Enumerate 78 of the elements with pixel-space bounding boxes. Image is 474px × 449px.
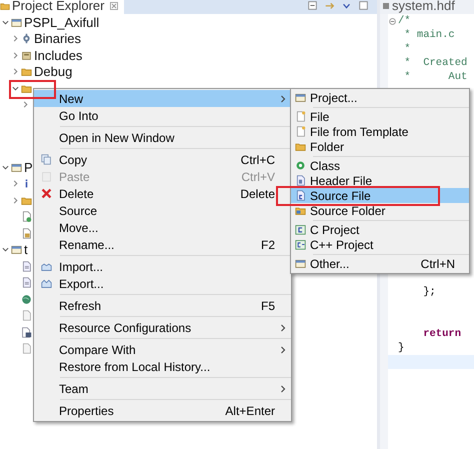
menu-item[interactable]: Go Into <box>34 107 277 124</box>
menu-item[interactable]: Export... <box>34 275 277 292</box>
menu-item[interactable]: C Project <box>291 222 469 237</box>
code-line: } <box>398 342 404 354</box>
expand-chevron-icon[interactable] <box>12 35 19 42</box>
code-line: /* <box>398 15 411 27</box>
menu-item[interactable]: Delete Delete <box>34 185 277 202</box>
code-line: * Created <box>403 57 468 69</box>
source-folder-icon <box>295 205 306 216</box>
tree-item[interactable]: P <box>23 160 33 175</box>
menu-item[interactable]: Source File <box>291 188 469 203</box>
expand-chevron-icon[interactable] <box>12 196 19 204</box>
code-line: * Aut <box>403 71 468 83</box>
collapse-chevron-icon[interactable] <box>12 84 19 92</box>
menu-item[interactable]: Properties Alt+Enter <box>34 402 277 419</box>
c-project-icon <box>295 224 306 235</box>
expand-chevron-icon[interactable] <box>12 52 19 59</box>
menu-item[interactable]: Header File <box>291 173 469 188</box>
menu-item[interactable]: Source Folder <box>291 203 469 218</box>
menu-item[interactable]: Project... <box>291 90 469 105</box>
code-line: * <box>403 43 411 55</box>
menu-item[interactable]: File from Template <box>291 124 469 139</box>
code-line: return <box>422 328 462 340</box>
header-file-icon <box>295 175 306 186</box>
globe-icon <box>21 294 32 305</box>
menu-item[interactable]: Rename... F2 <box>34 236 277 253</box>
file-icon <box>21 211 32 222</box>
project-icon <box>295 92 306 103</box>
collapse-chevron-icon[interactable] <box>2 18 9 26</box>
folder-icon <box>0 0 10 10</box>
menu-item[interactable]: File <box>291 109 469 124</box>
code-line: }; <box>422 286 436 298</box>
project-icon <box>11 244 22 256</box>
expand-chevron-icon[interactable] <box>12 180 19 188</box>
menu-item[interactable]: New <box>34 90 291 107</box>
document-icon <box>21 260 32 272</box>
menu-item[interactable]: Copy Ctrl+C <box>34 151 277 168</box>
menu-item[interactable]: Resource Configurations <box>34 319 291 336</box>
tree-item[interactable]: PSPL_Axifull <box>23 14 100 30</box>
collapse-chevron-icon[interactable] <box>2 164 9 171</box>
expand-chevron-icon[interactable] <box>12 68 19 76</box>
expand-chevron-icon[interactable] <box>22 101 29 108</box>
project-icon <box>11 162 22 173</box>
menu-item[interactable]: Open in New Window <box>34 129 277 146</box>
menu-item[interactable]: Other... Ctrl+N <box>291 256 469 271</box>
close-icon[interactable] <box>110 2 118 10</box>
menu-item[interactable]: C++ Project <box>291 237 469 252</box>
copy-icon <box>40 154 52 165</box>
menu-item[interactable]: Import... <box>34 258 277 275</box>
project-icon <box>11 16 22 28</box>
menu-item[interactable]: Source <box>34 202 277 219</box>
menu-item[interactable]: Folder <box>291 139 469 154</box>
collapse-chevron-icon[interactable] <box>2 246 9 254</box>
project-icon <box>295 258 306 269</box>
new-file-icon <box>295 126 306 137</box>
collapse-all-icon[interactable] <box>307 0 318 11</box>
source-file-icon <box>295 190 306 201</box>
tree-item[interactable]: Includes <box>33 48 82 63</box>
paste-icon <box>40 171 52 182</box>
class-icon <box>295 160 306 171</box>
folder-icon <box>295 141 306 152</box>
code-line: * main.c <box>403 29 455 41</box>
new-file-icon <box>295 111 306 122</box>
menu-item[interactable]: Move... <box>34 219 277 236</box>
menu-item[interactable]: Class <box>291 158 469 173</box>
menu-item[interactable]: Restore from Local History... <box>34 358 277 375</box>
file-icon <box>21 326 32 338</box>
tree-item[interactable]: Debug <box>33 64 72 80</box>
menu-item[interactable]: Refresh F5 <box>34 297 277 314</box>
tree-item[interactable]: Binaries <box>33 31 81 46</box>
menu-item[interactable]: Compare With <box>34 341 291 358</box>
delete-icon <box>40 188 52 199</box>
cpp-project-icon <box>295 239 306 250</box>
folder-icon <box>21 66 32 78</box>
fold-icon[interactable] <box>389 18 396 24</box>
document-icon <box>21 277 32 288</box>
tree-item[interactable]: t <box>23 242 28 258</box>
menu-item[interactable]: Team <box>34 380 291 397</box>
